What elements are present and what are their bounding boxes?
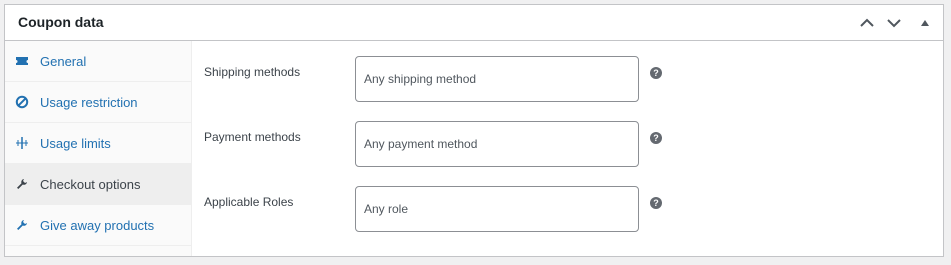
tab-usage-restriction-label: Usage restriction	[40, 94, 138, 110]
coupon-tabs-sidebar: General Usage restriction Usage limits C…	[5, 41, 192, 256]
applicable-roles-field[interactable]	[355, 186, 639, 232]
tab-general-label: General	[40, 53, 87, 69]
payment-methods-label: Payment methods	[204, 130, 301, 144]
tab-usage-restriction[interactable]: Usage restriction	[5, 82, 191, 123]
panel-title: Coupon data	[18, 14, 104, 30]
tab-give-away-products-label: Give away products	[40, 217, 155, 233]
tab-general[interactable]: General	[5, 41, 191, 82]
checkout-options-content: Shipping methods ? Payment methods ? App…	[192, 41, 943, 256]
panel-header: Coupon data	[5, 5, 943, 41]
help-icon: ?	[650, 67, 662, 79]
chevron-up-icon[interactable]	[857, 13, 877, 33]
wrench-icon	[15, 177, 29, 191]
tab-usage-limits[interactable]: Usage limits	[5, 123, 191, 164]
triangle-up-icon[interactable]	[915, 13, 935, 33]
ticket-icon	[15, 54, 29, 68]
chevron-down-icon[interactable]	[884, 13, 904, 33]
tab-checkout-options[interactable]: Checkout options	[5, 164, 191, 205]
shipping-methods-label: Shipping methods	[204, 65, 301, 79]
help-icon: ?	[650, 197, 662, 209]
tab-usage-limits-label: Usage limits	[40, 135, 111, 151]
limits-icon	[15, 136, 29, 150]
tab-give-away-products[interactable]: Give away products	[5, 205, 191, 246]
block-icon	[15, 95, 29, 109]
applicable-roles-label: Applicable Roles	[204, 195, 294, 209]
tab-checkout-options-label: Checkout options	[40, 176, 141, 192]
payment-methods-field[interactable]	[355, 121, 639, 167]
coupon-data-panel: Coupon data General Usage restriction Us…	[4, 4, 944, 257]
wrench-icon	[15, 218, 29, 232]
shipping-methods-field[interactable]	[355, 56, 639, 102]
help-icon: ?	[650, 132, 662, 144]
